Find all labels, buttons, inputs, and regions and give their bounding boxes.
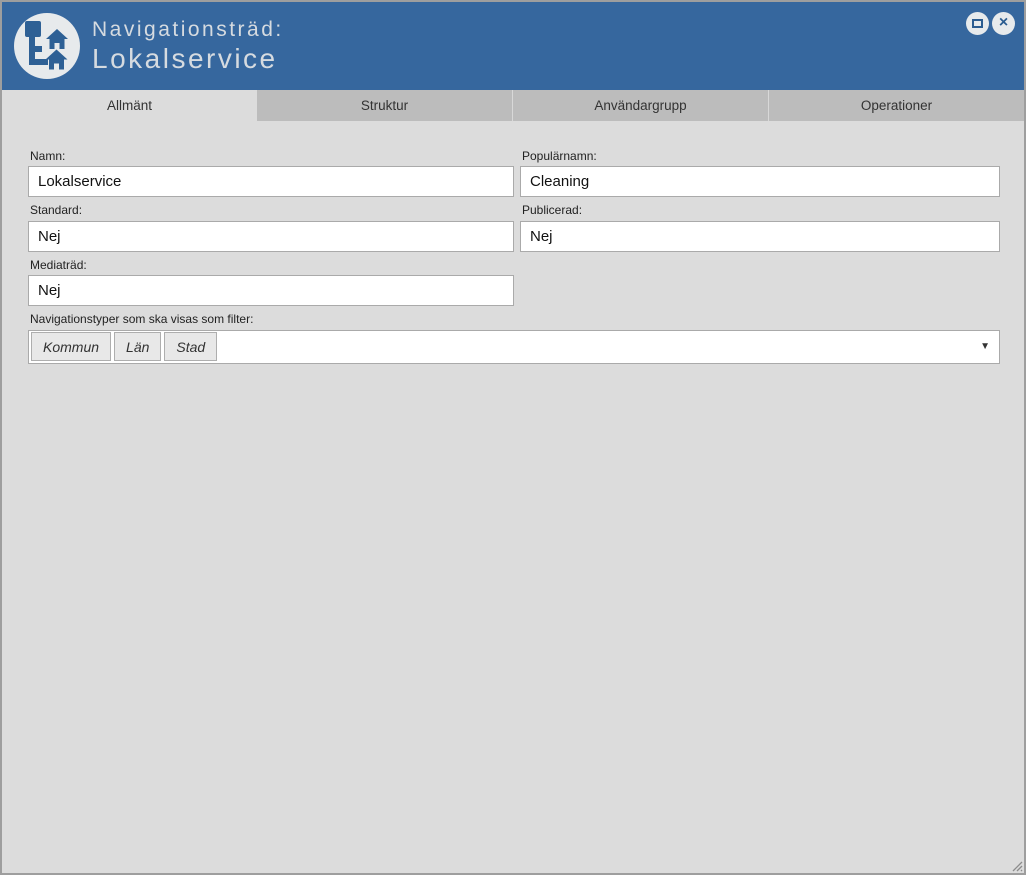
close-icon: × xyxy=(998,13,1009,31)
tab-anvandargrupp[interactable]: Användargrupp xyxy=(512,90,768,121)
mediatrad-label: Mediaträd: xyxy=(30,257,87,272)
namn-input[interactable] xyxy=(28,166,514,198)
popularnamn-label: Populärnamn: xyxy=(522,149,597,163)
standard-input[interactable] xyxy=(28,220,514,252)
standard-label: Standard: xyxy=(30,203,83,218)
tab-struktur[interactable]: Struktur xyxy=(257,90,512,121)
navigationstyper-filter-label: Navigationstyper som ska visas som filte… xyxy=(30,312,254,327)
field-publicerad: Publicerad: xyxy=(520,203,1000,252)
publicerad-input[interactable] xyxy=(520,220,1000,252)
field-navigationstyper-filter: Navigationstyper som ska visas som filte… xyxy=(28,312,1000,364)
close-button[interactable]: × xyxy=(992,12,1015,35)
window-title-name: Lokalservice xyxy=(92,43,278,75)
chip-lan[interactable]: Län xyxy=(114,332,162,362)
window-title-type: Navigationsträd: xyxy=(92,17,284,41)
mediatrad-input[interactable] xyxy=(28,275,514,307)
popularnamn-input[interactable] xyxy=(520,166,1000,198)
title-bar: Navigationsträd: Lokalservice × xyxy=(2,2,1024,90)
chip-stad[interactable]: Stad xyxy=(164,332,218,362)
field-spacer xyxy=(520,258,1000,306)
form-grid: Namn: Populärnamn: Standard: Publicerad:… xyxy=(28,149,1000,307)
field-standard: Standard: xyxy=(28,203,514,252)
window-controls: × xyxy=(966,12,1015,35)
navigation-tree-icon xyxy=(14,13,80,79)
field-namn: Namn: xyxy=(28,149,514,198)
navigationstyper-multiselect[interactable]: Kommun Län Stad ▼ xyxy=(28,329,1000,364)
tab-allmant[interactable]: Allmänt xyxy=(2,90,257,121)
field-popularnamn: Populärnamn: xyxy=(520,149,1000,198)
window-title: Navigationsträd: Lokalservice xyxy=(92,17,284,75)
namn-label: Namn: xyxy=(30,149,66,163)
publicerad-label: Publicerad: xyxy=(522,203,583,218)
dialog-window: Navigationsträd: Lokalservice × Allmänt … xyxy=(0,0,1026,875)
field-mediatrad: Mediaträd: xyxy=(28,257,514,307)
maximize-button[interactable] xyxy=(966,12,989,35)
tab-bar: Allmänt Struktur Användargrupp Operation… xyxy=(2,90,1024,121)
tab-operationer[interactable]: Operationer xyxy=(768,90,1024,121)
chip-kommun[interactable]: Kommun xyxy=(31,332,112,362)
dropdown-arrow-icon[interactable]: ▼ xyxy=(980,341,990,352)
resize-grip[interactable] xyxy=(1009,858,1023,872)
tab-panel-allmant: Namn: Populärnamn: Standard: Publicerad:… xyxy=(2,121,1024,873)
maximize-icon xyxy=(972,19,983,28)
